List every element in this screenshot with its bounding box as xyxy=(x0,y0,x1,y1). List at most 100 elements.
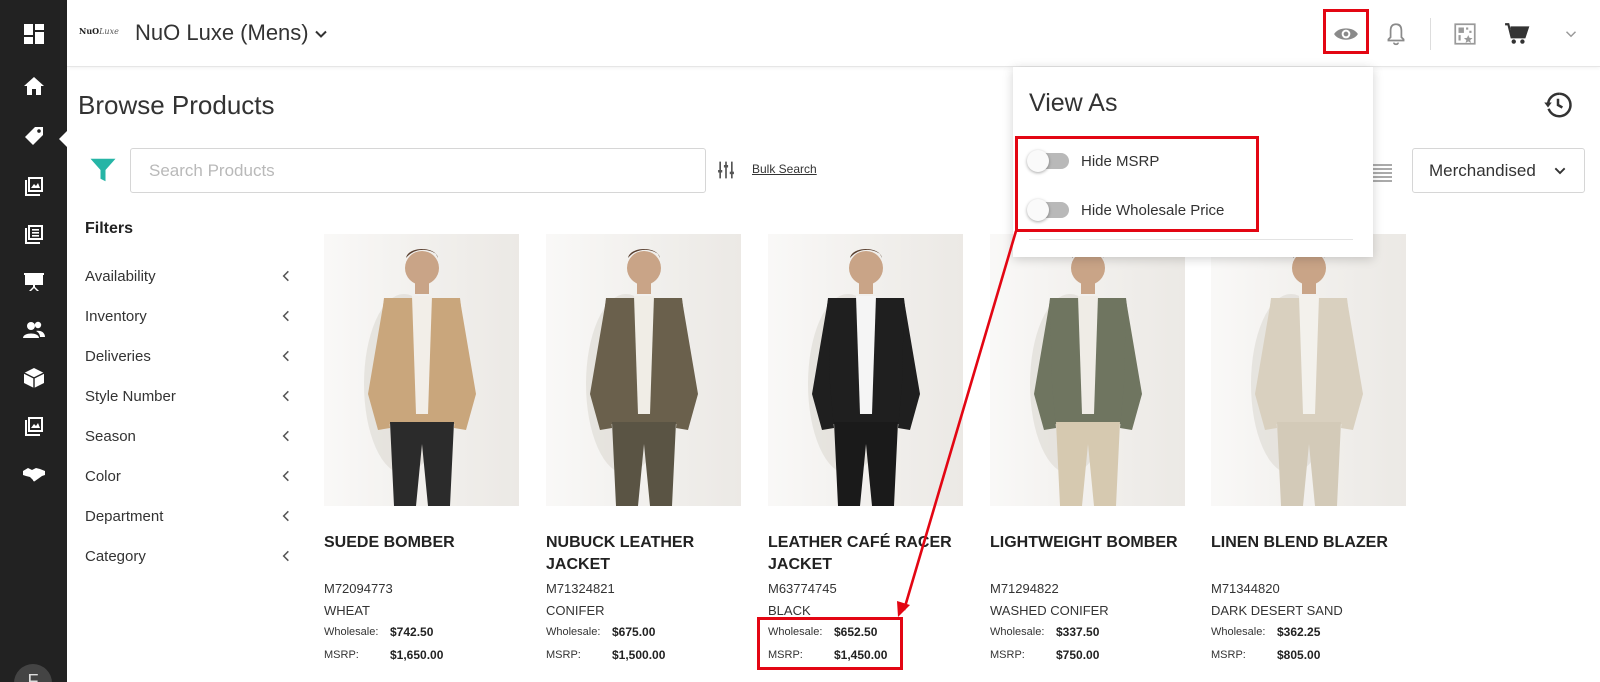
msrp-price: $1,650.00 xyxy=(390,648,444,662)
product-image[interactable] xyxy=(990,234,1185,506)
product-card[interactable]: SUEDE BOMBER M72094773 WHEAT Wholesale: $742… xyxy=(324,234,519,674)
presentation-icon[interactable] xyxy=(0,262,67,302)
product-card[interactable]: LEATHER CAFÉ RACER JACKET M63774745 BLACK W… xyxy=(768,234,963,674)
msrp-label: MSRP: xyxy=(546,649,581,661)
filter-season[interactable]: Season xyxy=(85,422,293,450)
product-style-number: M63774745 xyxy=(768,581,837,596)
page-title: Browse Products xyxy=(78,90,275,120)
filter-category[interactable]: Category xyxy=(85,542,293,570)
toggles-highlight-box xyxy=(1015,136,1259,232)
product-name[interactable]: LIGHTWEIGHT BOMBER xyxy=(990,532,1190,554)
brand-logo: NuOLuxe xyxy=(79,26,125,42)
product-style-number: M71324821 xyxy=(546,581,615,596)
brand-logo-text: NuO xyxy=(79,26,100,36)
chevron-down-icon xyxy=(1554,167,1566,174)
msrp-price: $750.00 xyxy=(1056,648,1100,662)
filter-label: Deliveries xyxy=(85,347,151,365)
chevron-down-icon[interactable] xyxy=(311,24,331,44)
product-name[interactable]: LEATHER CAFÉ RACER JACKET xyxy=(768,532,968,576)
product-image[interactable] xyxy=(324,234,519,506)
filters-title: Filters xyxy=(85,220,134,237)
filter-style-number[interactable]: Style Number xyxy=(85,382,293,410)
msrp-price: $805.00 xyxy=(1277,648,1321,662)
chevron-left-icon xyxy=(282,350,289,362)
eye-icon-highlight xyxy=(1323,9,1369,54)
price-highlight-box xyxy=(757,617,903,670)
wholesale-price: $742.50 xyxy=(390,625,434,639)
filter-label: Availability xyxy=(85,267,156,285)
filter-label: Style Number xyxy=(85,387,176,405)
product-color: CONIFER xyxy=(546,603,605,618)
product-name[interactable]: SUEDE BOMBER xyxy=(324,532,524,554)
cart-icon[interactable] xyxy=(1497,14,1537,54)
filter-department[interactable]: Department xyxy=(85,502,293,530)
chevron-left-icon xyxy=(282,550,289,562)
product-image[interactable] xyxy=(1211,234,1406,506)
product-card[interactable]: LIGHTWEIGHT BOMBER M71294822 WASHED CONIFE… xyxy=(990,234,1185,674)
filter-funnel-icon[interactable] xyxy=(88,155,118,185)
chevron-left-icon xyxy=(282,430,289,442)
filter-label: Category xyxy=(85,547,146,565)
wholesale-price: $337.50 xyxy=(1056,625,1100,639)
product-card[interactable]: NUBUCK LEATHER JACKET M71324821 CONIFER Who… xyxy=(546,234,741,674)
wholesale-label: Wholesale: xyxy=(546,626,601,638)
history-icon[interactable] xyxy=(1543,90,1573,120)
chevron-left-icon xyxy=(282,390,289,402)
chevron-left-icon xyxy=(282,310,289,322)
product-image[interactable] xyxy=(546,234,741,506)
filter-label: Inventory xyxy=(85,307,147,325)
top-bar: NuOLuxe NuO Luxe (Mens) xyxy=(67,0,1600,67)
brand-name[interactable]: NuO Luxe (Mens) xyxy=(135,20,309,46)
filter-inventory[interactable]: Inventory xyxy=(85,302,293,330)
customers-icon[interactable] xyxy=(0,310,67,350)
active-nav-indicator xyxy=(59,130,68,148)
app: F NuOLuxe NuO Luxe (Mens) Browse Product… xyxy=(0,0,1600,682)
topbar-divider xyxy=(1430,18,1431,50)
product-style-number: M72094773 xyxy=(324,581,393,596)
orders-list-icon[interactable] xyxy=(0,214,67,254)
sort-select[interactable]: Merchandised xyxy=(1412,148,1585,193)
catalog-icon[interactable] xyxy=(0,166,67,206)
popover-divider xyxy=(1029,239,1353,240)
msrp-label: MSRP: xyxy=(990,649,1025,661)
filter-label: Color xyxy=(85,467,121,485)
product-color: BLACK xyxy=(768,603,811,618)
chevron-left-icon xyxy=(282,470,289,482)
filter-availability[interactable]: Availability xyxy=(85,262,293,290)
gallery-icon[interactable] xyxy=(0,406,67,446)
scan-icon[interactable] xyxy=(1445,14,1485,54)
product-name[interactable]: LINEN BLEND BLAZER xyxy=(1211,532,1411,554)
tag-icon[interactable] xyxy=(0,116,67,156)
wholesale-price: $675.00 xyxy=(612,625,656,639)
msrp-label: MSRP: xyxy=(1211,649,1246,661)
home-icon[interactable] xyxy=(0,66,67,106)
wholesale-label: Wholesale: xyxy=(324,626,379,638)
list-view-icon[interactable] xyxy=(1370,160,1394,184)
advanced-search-sliders-icon[interactable] xyxy=(716,160,736,180)
search-input[interactable] xyxy=(130,148,706,193)
product-color: WASHED CONIFER xyxy=(990,603,1109,618)
bell-icon[interactable] xyxy=(1376,14,1416,54)
account-chevron-down-icon[interactable] xyxy=(1551,14,1591,54)
view-as-title: View As xyxy=(1029,89,1118,117)
product-color: DARK DESERT SAND xyxy=(1211,603,1343,618)
product-card[interactable]: LINEN BLEND BLAZER M71344820 DARK DESERT S… xyxy=(1211,234,1406,674)
left-nav-rail: F xyxy=(0,0,68,682)
wholesale-label: Wholesale: xyxy=(990,626,1045,638)
chevron-left-icon xyxy=(282,510,289,522)
brand-logo-script: Luxe xyxy=(99,27,119,36)
product-name[interactable]: NUBUCK LEATHER JACKET xyxy=(546,532,746,576)
filter-deliveries[interactable]: Deliveries xyxy=(85,342,293,370)
avatar[interactable]: F xyxy=(14,664,52,682)
sort-select-value: Merchandised xyxy=(1429,160,1536,180)
product-image[interactable] xyxy=(768,234,963,506)
product-style-number: M71344820 xyxy=(1211,581,1280,596)
product-style-number: M71294822 xyxy=(990,581,1059,596)
chevron-left-icon xyxy=(282,270,289,282)
dashboard-icon[interactable] xyxy=(0,14,67,54)
handshake-icon[interactable] xyxy=(0,454,67,494)
filter-color[interactable]: Color xyxy=(85,462,293,490)
box-icon[interactable] xyxy=(0,358,67,398)
filter-label: Season xyxy=(85,427,136,445)
bulk-search-link[interactable]: Bulk Search xyxy=(752,162,817,176)
